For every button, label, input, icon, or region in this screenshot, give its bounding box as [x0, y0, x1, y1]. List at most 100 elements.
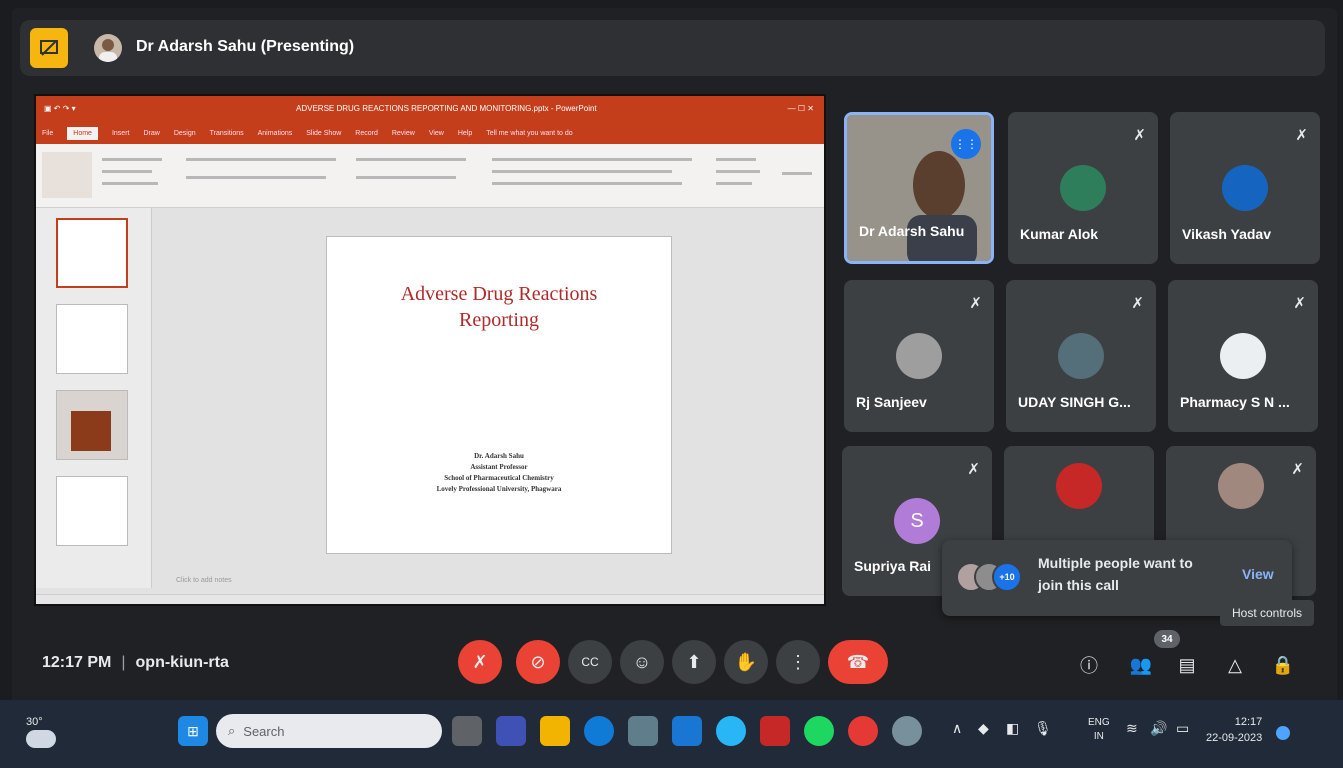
wifi-icon[interactable]: ≋	[1126, 720, 1138, 737]
slide-title-line: Adverse Drug Reactions	[400, 283, 598, 305]
activities-icon: △	[1228, 654, 1242, 675]
emoji-button[interactable]: ☺	[620, 640, 664, 684]
divider: |	[121, 654, 126, 671]
captions-button[interactable]: CC	[568, 640, 612, 684]
tell-me-box[interactable]: Tell me what you want to do	[486, 130, 572, 137]
mic-off-icon: ✗	[1291, 461, 1304, 478]
slide-thumbnails	[36, 208, 152, 588]
speaking-indicator-icon: ⋮⋮	[951, 129, 981, 159]
system-clock[interactable]: 12:17 22-09-2023	[1206, 714, 1262, 746]
language-indicator[interactable]: ENG IN	[1088, 716, 1110, 744]
volume-icon[interactable]: 🔊	[1150, 720, 1167, 737]
weather-widget[interactable]: 30°	[26, 716, 56, 748]
leave-call-button[interactable]: ☎	[828, 640, 888, 684]
join-request-message: Multiple people want to join this call	[1038, 555, 1193, 593]
slide-thumbnail[interactable]	[56, 390, 128, 460]
slide-thumbnail[interactable]	[56, 476, 128, 546]
more-options-button[interactable]: ⋮	[776, 640, 820, 684]
current-slide[interactable]: Adverse Drug Reactions Reporting Dr. Ada…	[326, 236, 672, 554]
tab-view[interactable]: View	[429, 130, 444, 137]
slide-thumbnail[interactable]	[56, 304, 128, 374]
editing-group[interactable]	[716, 152, 766, 198]
mic-off-icon: ✗	[1133, 127, 1146, 144]
tab-file[interactable]: File	[42, 130, 53, 137]
activities-button[interactable]: △	[1222, 652, 1248, 678]
task-view-icon[interactable]	[452, 716, 482, 746]
participant-name: Dr Adarsh Sahu	[859, 223, 965, 239]
clock-time: 12:17	[1234, 716, 1263, 728]
participant-count-badge: 34	[1154, 630, 1180, 648]
spotify-icon[interactable]	[804, 716, 834, 746]
microphone-icon[interactable]: 🎙	[1034, 720, 1052, 737]
more-requesters-badge: +10	[992, 562, 1022, 592]
participant-name: Kumar Alok	[1020, 226, 1099, 242]
raise-hand-button[interactable]: ✋	[724, 640, 768, 684]
raise-hand-icon: ✋	[734, 651, 758, 672]
settings-icon[interactable]	[892, 716, 922, 746]
present-button[interactable]: ⬆	[672, 640, 716, 684]
meeting-code[interactable]: opn-kiun-rta	[136, 654, 229, 671]
participant-tile[interactable]: ✗ Pharmacy S N ...	[1168, 280, 1318, 432]
tab-animations[interactable]: Animations	[258, 130, 293, 137]
tab-draw[interactable]: Draw	[143, 130, 159, 137]
chat-button[interactable]: ▤	[1174, 652, 1200, 678]
present-to-all-icon[interactable]	[30, 28, 68, 68]
people-button[interactable]: 👥	[1128, 652, 1154, 678]
participant-name: UDAY SINGH G...	[1018, 394, 1131, 410]
participant-avatar	[1056, 463, 1102, 509]
taskbar-search[interactable]: ⌕ Search	[216, 714, 442, 748]
participant-tile[interactable]: ✗ UDAY SINGH G...	[1006, 280, 1156, 432]
file-explorer-icon[interactable]	[540, 716, 570, 746]
participant-avatar	[1058, 333, 1104, 379]
captions-icon: CC	[581, 655, 599, 669]
slide-thumbnail[interactable]	[56, 218, 128, 288]
tray-overflow-icon[interactable]: ∧	[952, 720, 962, 737]
addins-group[interactable]	[778, 152, 818, 198]
tray-app-icon[interactable]: ◆	[978, 720, 989, 737]
tab-help[interactable]: Help	[458, 130, 472, 137]
app-icon[interactable]	[716, 716, 746, 746]
participant-tile[interactable]: ✗ Vikash Yadav	[1170, 112, 1320, 264]
drawing-group[interactable]	[492, 152, 702, 198]
meet-window: Dr Adarsh Sahu (Presenting) ▣ ↶ ↷ ▾ ADVE…	[12, 8, 1337, 760]
author-school: School of Pharmaceutical Chemistry	[444, 474, 554, 482]
meeting-details-button[interactable]: ⓘ	[1076, 652, 1102, 678]
tab-transitions[interactable]: Transitions	[210, 130, 244, 137]
start-icon[interactable]: ⊞	[178, 716, 208, 746]
store-icon[interactable]	[628, 716, 658, 746]
host-controls-tooltip: Host controls	[1220, 600, 1314, 626]
hang-up-icon: ☎	[846, 651, 870, 672]
ppt-app-title: ADVERSE DRUG REACTIONS REPORTING AND MON…	[296, 104, 597, 113]
tray-app-icon[interactable]: ◧	[1006, 720, 1019, 737]
teams-icon[interactable]	[496, 716, 526, 746]
slides-group[interactable]	[102, 152, 172, 198]
notes-placeholder[interactable]: Click to add notes	[176, 577, 232, 584]
participant-tile[interactable]: ✗ Rj Sanjeev	[844, 280, 994, 432]
meeting-time: 12:17 PM	[42, 654, 112, 671]
tab-home[interactable]: Home	[67, 126, 98, 140]
battery-icon[interactable]: ▭	[1176, 720, 1189, 737]
window-controls: — ☐ ✕	[787, 104, 814, 113]
clipboard-group[interactable]	[42, 152, 92, 198]
mcafee-icon[interactable]	[760, 716, 790, 746]
participant-tile[interactable]: ⋮⋮ Dr Adarsh Sahu	[844, 112, 994, 264]
host-controls-button[interactable]: 🔒	[1270, 652, 1296, 678]
language-code: ENG	[1088, 717, 1110, 728]
app-icon[interactable]	[672, 716, 702, 746]
tab-review[interactable]: Review	[392, 130, 415, 137]
camera-toggle-button[interactable]: ⊘	[516, 640, 560, 684]
mic-toggle-button[interactable]: ✗	[458, 640, 502, 684]
paragraph-group[interactable]	[356, 152, 476, 198]
tab-record[interactable]: Record	[355, 130, 378, 137]
mic-off-icon: ✗	[967, 461, 980, 478]
view-requests-button[interactable]: View	[1242, 566, 1274, 582]
chat-icon: ▤	[1178, 654, 1196, 675]
notification-icon[interactable]	[1276, 726, 1290, 740]
tab-insert[interactable]: Insert	[112, 130, 130, 137]
edge-icon[interactable]	[584, 716, 614, 746]
participant-tile[interactable]: ✗ Kumar Alok	[1008, 112, 1158, 264]
chrome-icon[interactable]	[848, 716, 878, 746]
tab-design[interactable]: Design	[174, 130, 196, 137]
font-group[interactable]	[186, 152, 346, 198]
tab-slide-show[interactable]: Slide Show	[306, 130, 341, 137]
